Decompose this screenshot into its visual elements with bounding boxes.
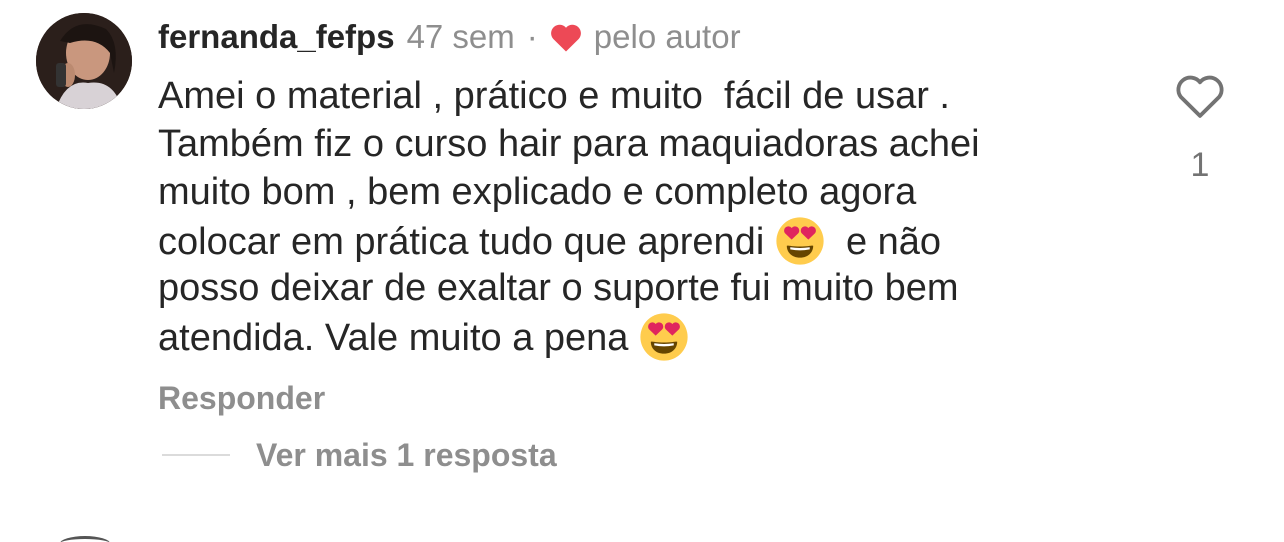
like-button[interactable]	[1172, 70, 1228, 120]
comment: fernanda_fefps 47 sem · pelo autor Amei …	[0, 0, 1284, 542]
separator-dot: ·	[526, 18, 538, 55]
comment-header: fernanda_fefps 47 sem · pelo autor	[158, 14, 741, 60]
comment-text-line: posso deixar de exaltar o suporte fui mu…	[158, 267, 959, 309]
comment-text-line: Também fiz o curso hair para maquiadoras…	[158, 123, 980, 165]
avatar-image	[36, 13, 132, 109]
comment-text-fragment: atendida. Vale muito a pena	[158, 317, 629, 359]
like-count: 1	[1190, 146, 1210, 184]
comment-text-fragment: e não	[845, 221, 942, 263]
comment-body: Amei o material , prático e muito fácil …	[158, 72, 1118, 362]
heart-eyes-emoji-icon	[775, 216, 825, 266]
comment-text-line-with-emoji: atendida. Vale muito a pena	[158, 312, 1118, 362]
comment-text-fragment: colocar em prática tudo que aprendi	[158, 221, 765, 263]
liked-by-author-label: pelo autor	[593, 18, 741, 55]
comment-text-line: Amei o material , prático e muito fácil …	[158, 75, 950, 117]
comment-text-line: muito bom , bem explicado e completo ago…	[158, 171, 917, 213]
heart-outline-icon	[1176, 75, 1224, 118]
view-replies-label: Ver mais 1 resposta	[256, 436, 557, 473]
avatar[interactable]	[36, 13, 132, 109]
reply-button[interactable]: Responder	[158, 380, 325, 417]
comment-time: 47 sem	[406, 18, 515, 55]
comment-text-line-with-emoji: colocar em prática tudo que aprendi e nã…	[158, 216, 1118, 266]
heart-eyes-emoji-icon	[639, 312, 689, 362]
next-comment-avatar	[60, 536, 110, 542]
heart-filled-icon	[548, 21, 584, 53]
divider-line	[162, 454, 230, 456]
username[interactable]: fernanda_fefps	[158, 18, 395, 56]
view-replies-button[interactable]: Ver mais 1 resposta	[162, 433, 557, 477]
